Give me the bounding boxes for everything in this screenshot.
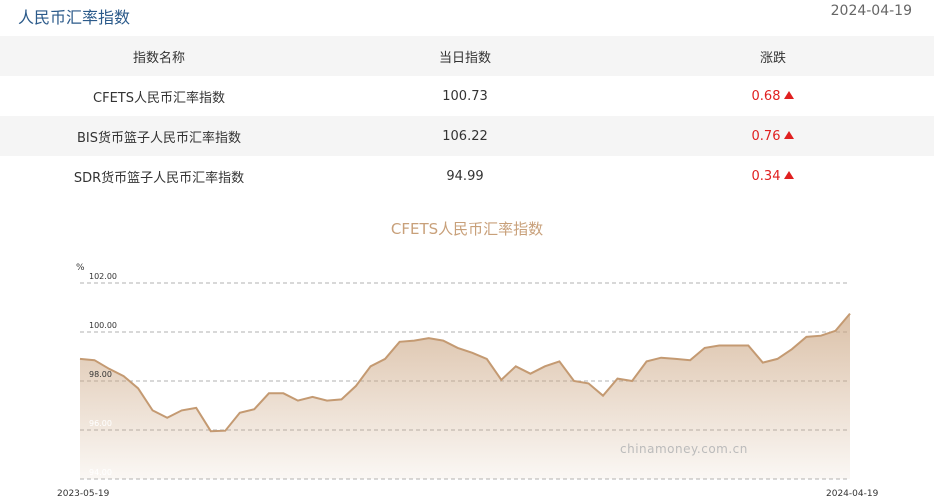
- y-tick-label: 102.00: [89, 272, 117, 281]
- index-name: SDR货币篮子人民币汇率指数: [73, 170, 245, 186]
- index-name: BIS货币篮子人民币汇率指数: [0, 116, 318, 156]
- cfets-area-chart: 94.00 96.00 98.00 100.00 102.00 % chinamoney…: [57, 263, 879, 499]
- table-row: SDR货币篮子人民币汇率指数 94.99 0.34: [0, 156, 934, 196]
- change-value: 0.68: [751, 88, 781, 104]
- chart-title: CFETS人民币汇率指数: [390, 220, 544, 238]
- index-value: 94.99: [446, 168, 484, 184]
- change-value: 0.34: [751, 168, 781, 184]
- column-header-change: 涨跌: [612, 36, 934, 76]
- index-change: 0.68: [612, 76, 934, 116]
- y-tick-label: 94.00: [89, 468, 112, 477]
- title-bar: 人民币汇率指数 2024-04-19: [0, 0, 934, 34]
- y-tick-label: 98.00: [89, 370, 112, 379]
- x-axis-end-label: 2024-04-19: [826, 489, 879, 499]
- y-tick-label: 100.00: [89, 321, 117, 330]
- index-name: CFETS人民币汇率指数: [93, 90, 225, 106]
- y-tick-label: 96.00: [89, 419, 112, 428]
- change-value: 0.76: [751, 128, 781, 144]
- index-value: 100.73: [442, 88, 488, 104]
- table-row: BIS货币篮子人民币汇率指数 106.22 0.76: [0, 116, 934, 156]
- index-change: 0.76: [612, 116, 934, 156]
- index-change: 0.34: [612, 156, 934, 196]
- page-title: 人民币汇率指数: [18, 8, 131, 27]
- table-row: CFETS人民币汇率指数 100.73 0.68: [0, 76, 934, 116]
- column-header-value: 当日指数: [318, 36, 612, 76]
- up-arrow-icon: [784, 130, 795, 139]
- watermark-text: chinamoney.com.cn: [620, 442, 748, 456]
- report-date: 2024-04-19: [830, 3, 912, 19]
- y-axis-unit: %: [76, 263, 85, 273]
- up-arrow-icon: [784, 90, 795, 99]
- index-table: 指数名称 当日指数 涨跌 CFETS人民币汇率指数 100.73 0.68 BI…: [0, 36, 934, 196]
- up-arrow-icon: [784, 170, 795, 179]
- x-axis-start-label: 2023-05-19: [57, 489, 110, 499]
- index-value: 106.22: [318, 116, 612, 156]
- column-header-name: 指数名称: [0, 36, 318, 76]
- table-header-row: 指数名称 当日指数 涨跌: [0, 36, 934, 76]
